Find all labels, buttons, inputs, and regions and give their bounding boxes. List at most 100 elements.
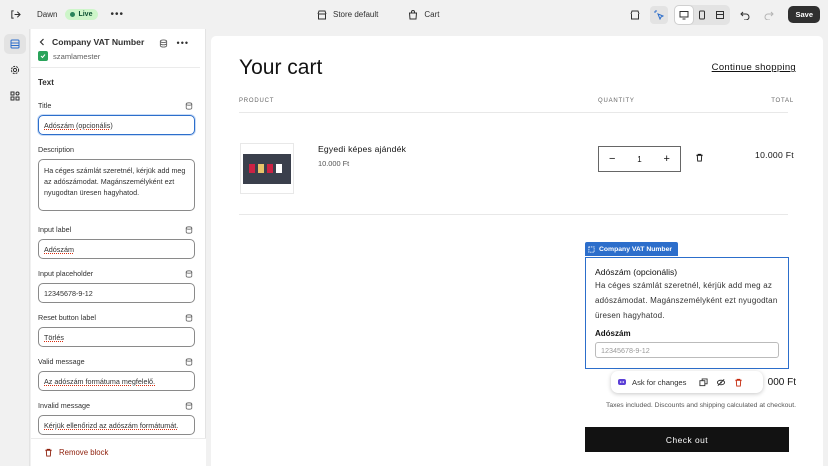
cursor-select-icon (654, 10, 665, 20)
live-badge: Live (65, 9, 99, 20)
inspector-button[interactable] (650, 5, 669, 24)
theme-name[interactable]: Dawn (37, 10, 57, 19)
app-logo-icon (38, 51, 48, 61)
input-placeholder-field: Input placeholder 12345678-9-12 (38, 269, 195, 303)
bag-icon (409, 9, 418, 19)
store-selector-label: Store default (333, 10, 379, 19)
settings-panel: Company VAT Number ••• szamlamester Text… (31, 29, 235, 466)
apps-button[interactable] (4, 86, 26, 106)
panel-header: Company VAT Number ••• szamlamester (31, 29, 205, 67)
undo-button[interactable] (736, 6, 754, 24)
reset-label-field: Reset button label Törlés (38, 313, 195, 347)
minus-icon[interactable]: − (609, 153, 615, 165)
delete-icon[interactable] (734, 378, 743, 387)
block-title: Company VAT Number (52, 37, 145, 47)
database-icon[interactable] (185, 313, 193, 322)
input-label-field: Input label Adószám (38, 225, 195, 259)
sections-button[interactable] (4, 34, 26, 54)
redo-icon (765, 11, 775, 20)
store-selector[interactable]: Store default (317, 10, 378, 20)
database-icon[interactable] (185, 101, 193, 110)
selected-block-tag-label: Company VAT Number (599, 245, 673, 253)
theme-settings-button[interactable] (4, 60, 26, 80)
trash-icon (45, 448, 52, 457)
more-options-icon[interactable]: ••• (177, 38, 189, 48)
database-icon[interactable] (159, 38, 168, 48)
more-icon[interactable]: ••• (110, 9, 124, 20)
remove-block-label: Remove block (59, 448, 109, 457)
vat-input-label: Adószám (595, 329, 631, 338)
quantity-stepper[interactable]: − 1 + (598, 146, 681, 172)
estimated-total: 000 Ft (767, 377, 796, 388)
cart-title: Your cart (239, 56, 323, 79)
quantity-value[interactable]: 1 (637, 155, 641, 164)
remove-item-trash-icon[interactable] (695, 153, 704, 162)
mobile-view-button[interactable] (693, 6, 711, 24)
exit-button[interactable] (0, 0, 30, 29)
redo-button[interactable] (760, 6, 778, 24)
fullscreen-icon (716, 10, 725, 19)
vat-number-block[interactable]: Adószám (opcionális) Ha céges számlát sz… (585, 257, 789, 369)
save-button[interactable]: Save (788, 6, 820, 23)
field-label: Description (38, 145, 74, 154)
database-icon[interactable] (185, 225, 193, 234)
product-thumbnail[interactable] (240, 143, 294, 194)
valid-message-input[interactable]: Az adószám formátuma megfelelő. (38, 371, 195, 391)
store-preview-button[interactable] (626, 6, 644, 24)
product-image (243, 153, 291, 184)
viewport-toggle (674, 4, 731, 25)
sidekick-icon (618, 379, 626, 385)
database-icon[interactable] (185, 269, 193, 278)
vat-number-input[interactable]: 12345678-9-12 (595, 342, 779, 358)
description-field: Description Ha céges számlát szeretnél, … (38, 145, 195, 211)
storefront-preview: Your cart Continue shopping PRODUCT QUAN… (211, 36, 823, 466)
field-label: Invalid message (38, 401, 90, 410)
gear-icon (10, 65, 20, 75)
ask-for-changes-label: Ask for changes (632, 377, 687, 387)
hide-icon[interactable] (716, 378, 726, 387)
back-icon[interactable] (38, 38, 46, 46)
title-input[interactable]: Adószám (opcionális) (38, 115, 195, 135)
section-heading: Text (38, 78, 54, 87)
continue-shopping-link[interactable]: Continue shopping (712, 62, 796, 73)
reset-label-input[interactable]: Törlés (38, 327, 195, 347)
vat-block-description: Ha céges számlát szeretnél, kérjük add m… (595, 281, 778, 320)
header-divider (239, 112, 788, 113)
product-column-header: PRODUCT (239, 98, 275, 104)
quantity-column-header: QUANTITY (598, 98, 635, 104)
checkout-button[interactable]: Check out (585, 427, 789, 452)
sections-icon (10, 39, 20, 49)
database-icon[interactable] (185, 357, 193, 366)
selected-block-tag[interactable]: Company VAT Number (585, 242, 679, 256)
apps-icon (10, 91, 20, 101)
product-name-link[interactable]: Egyedi képes ajándék (318, 144, 406, 154)
ask-for-changes-button[interactable]: Ask for changes (617, 377, 686, 387)
undo-icon (740, 11, 750, 20)
remove-block-button[interactable]: Remove block (31, 438, 206, 466)
fullscreen-view-button[interactable] (711, 6, 729, 24)
page-selector-label: Cart (424, 10, 440, 19)
total-column-header: TOTAL (771, 98, 794, 104)
input-placeholder-input[interactable]: 12345678-9-12 (38, 283, 195, 303)
desktop-view-button[interactable] (675, 5, 694, 24)
invalid-message-field: Invalid message Kérjük ellenőrizd az adó… (38, 401, 195, 435)
store-front-icon (630, 10, 640, 19)
desktop-icon (679, 10, 689, 19)
context-nav: Store default Cart (317, 0, 440, 29)
page-selector[interactable]: Cart (408, 9, 440, 20)
live-badge-label: Live (78, 11, 93, 18)
description-textarea[interactable]: Ha céges számlát szeretnél, kérjük add m… (38, 159, 195, 211)
product-unit-price: 10.000 Ft (318, 159, 350, 168)
invalid-message-input[interactable]: Kérjük ellenőrizd az adószám formátumát. (38, 415, 195, 435)
exit-icon (10, 10, 21, 19)
duplicate-icon[interactable] (699, 377, 709, 387)
database-icon[interactable] (185, 401, 193, 410)
line-total: 10.000 Ft (754, 150, 794, 160)
plus-icon[interactable]: + (664, 153, 670, 165)
field-label: Input placeholder (38, 269, 94, 278)
left-rail (0, 29, 30, 466)
vat-block-title: Adószám (opcionális) (595, 267, 678, 277)
field-label: Input label (38, 225, 72, 234)
live-dot-icon (70, 12, 76, 17)
input-label-input[interactable]: Adószám (38, 239, 195, 259)
